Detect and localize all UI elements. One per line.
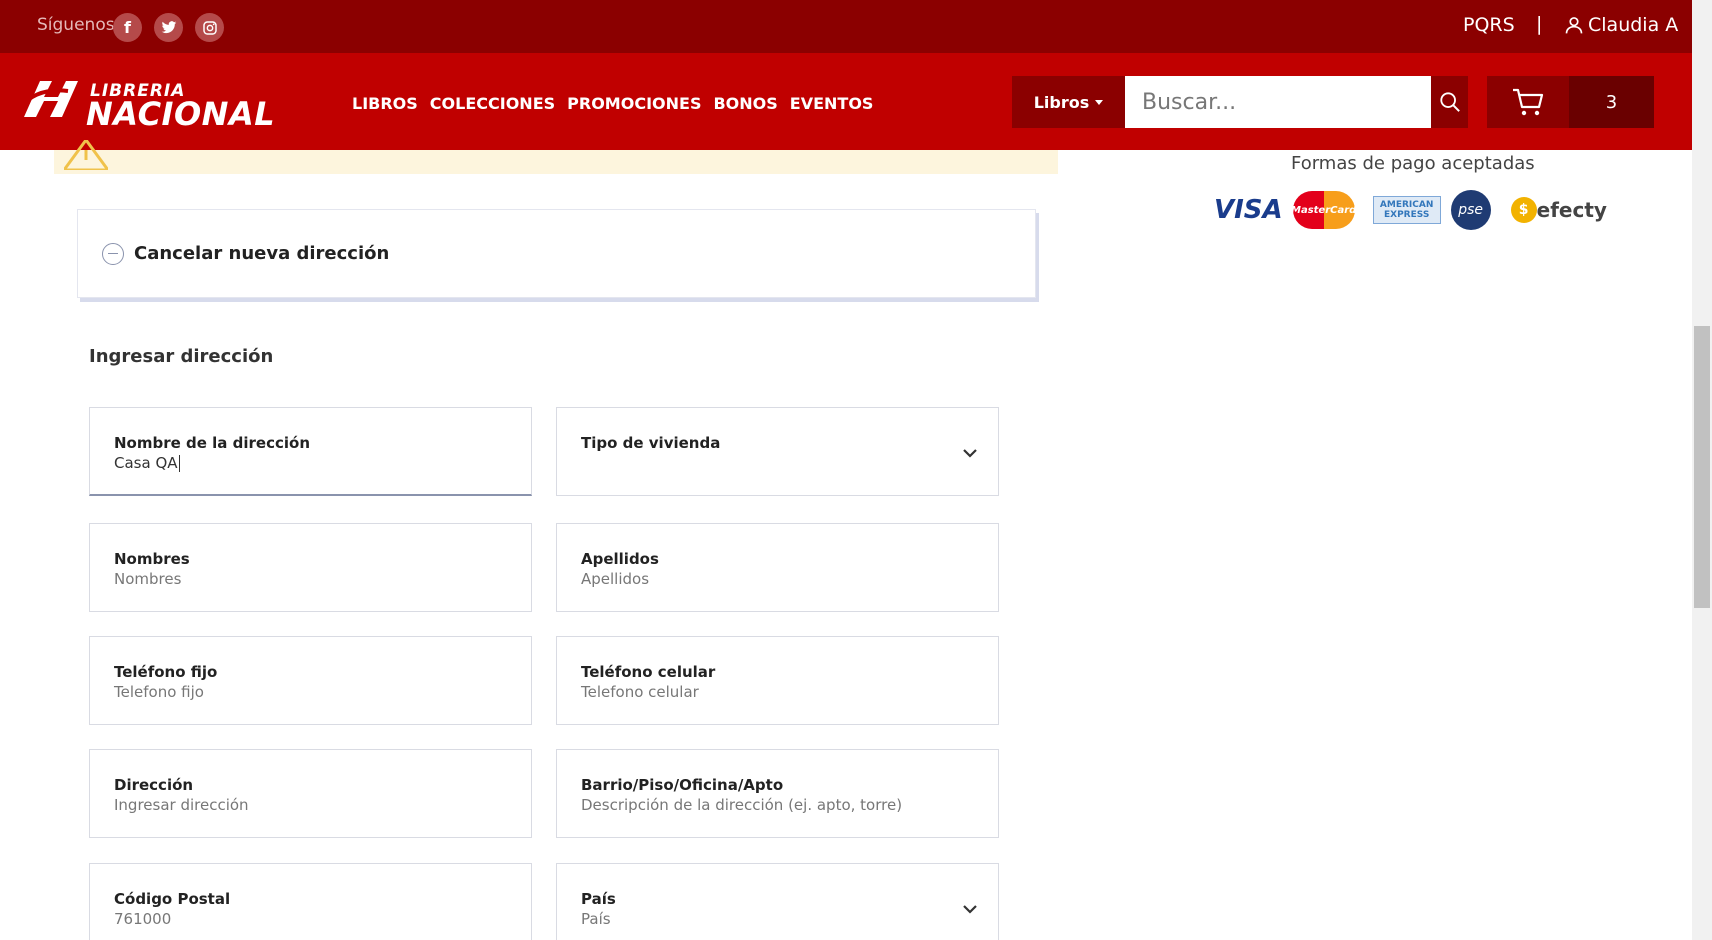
field-label: Barrio/Piso/Oficina/Apto (581, 776, 784, 794)
search-icon (1439, 92, 1460, 112)
field-label: Nombres (114, 550, 190, 568)
field-label: Teléfono celular (581, 663, 716, 681)
address-name-field[interactable]: Nombre de la dirección Casa QA (89, 407, 532, 496)
logo-bottom-text: NACIONAL (86, 95, 276, 133)
nav-promociones[interactable]: PROMOCIONES (567, 94, 701, 113)
nav-colecciones[interactable]: COLECCIONES (430, 94, 555, 113)
payment-methods-title: Formas de pago aceptadas (1291, 153, 1535, 174)
scrollbar-thumb[interactable] (1694, 326, 1710, 608)
cart-icon (1513, 88, 1544, 116)
efecty-coin-icon: $ (1510, 197, 1537, 223)
user-account-link[interactable]: Claudia A (1564, 14, 1678, 36)
facebook-icon[interactable]: f (113, 13, 142, 42)
country-select[interactable]: País País (556, 863, 999, 940)
pse-logo: pse (1450, 190, 1491, 230)
field-label: Nombre de la dirección (114, 434, 310, 452)
chevron-down-icon (963, 449, 977, 458)
landline-field[interactable]: Teléfono fijo Telefono fijo (89, 636, 532, 725)
follow-us-label: Síguenos (37, 15, 115, 35)
warning-alert (54, 140, 1058, 174)
category-select[interactable]: Libros (1012, 76, 1125, 128)
section-title: Ingresar dirección (89, 346, 274, 367)
mobile-phone-input[interactable]: Telefono celular (581, 683, 961, 701)
field-label: Apellidos (581, 550, 659, 568)
field-label: Tipo de vivienda (581, 434, 721, 452)
top-bar: Síguenos f PQRS | Claudia A (0, 0, 1692, 53)
address-input[interactable]: Ingresar dirección (114, 796, 494, 814)
category-select-label: Libros (1033, 92, 1090, 112)
amex-logo: AMERICAN EXPRESS (1372, 196, 1441, 224)
efecty-logo: $ efecty (1510, 197, 1607, 223)
landline-input[interactable]: Telefono fijo (114, 683, 494, 701)
address-field[interactable]: Dirección Ingresar dirección (89, 749, 532, 838)
user-icon (1565, 17, 1583, 34)
address-name-input[interactable]: Casa QA (114, 454, 494, 472)
field-label: País (581, 890, 616, 908)
last-names-field[interactable]: Apellidos Apellidos (556, 523, 999, 612)
cart-button[interactable] (1487, 76, 1569, 128)
address-details-input[interactable]: Descripción de la dirección (ej. apto, t… (581, 796, 961, 814)
logo-mark-icon (18, 81, 78, 117)
last-names-input[interactable]: Apellidos (581, 570, 961, 588)
cancel-new-address-button[interactable]: Cancelar nueva dirección (77, 209, 1036, 298)
mastercard-logo: MasterCard (1291, 191, 1356, 229)
field-label: Teléfono fijo (114, 663, 218, 681)
first-names-input[interactable]: Nombres (114, 570, 494, 588)
instagram-icon[interactable] (195, 13, 224, 42)
minus-circle-icon (102, 242, 124, 265)
postal-code-input[interactable]: 761000 (114, 910, 494, 928)
field-label: Código Postal (114, 890, 231, 908)
main-header: LIBRERIA NACIONAL LIBROS COLECCIONES PRO… (0, 53, 1692, 150)
caret-down-icon (1095, 99, 1104, 105)
amex-top-text: AMERICAN (1379, 200, 1434, 210)
chevron-down-icon (963, 905, 977, 914)
payment-logos: VISA MasterCard AMERICAN EXPRESS pse $ e… (1214, 190, 1607, 230)
pqrs-link[interactable]: PQRS (1463, 14, 1515, 36)
visa-logo: VISA (1214, 195, 1283, 225)
mobile-phone-field[interactable]: Teléfono celular Telefono celular (556, 636, 999, 725)
warning-icon (64, 140, 108, 170)
cancel-new-address-label: Cancelar nueva dirección (134, 243, 390, 264)
amex-bottom-text: EXPRESS (1383, 210, 1430, 220)
postal-code-field[interactable]: Código Postal 761000 (89, 863, 532, 940)
country-select-value: País (581, 910, 611, 928)
cart-count-badge[interactable]: 3 (1569, 76, 1654, 128)
nav-bonos[interactable]: BONOS (713, 94, 777, 113)
nav-eventos[interactable]: EVENTOS (790, 94, 874, 113)
main-nav: LIBROS COLECCIONES PROMOCIONES BONOS EVE… (352, 94, 873, 113)
field-label: Dirección (114, 776, 194, 794)
first-names-field[interactable]: Nombres Nombres (89, 523, 532, 612)
twitter-icon[interactable] (154, 13, 183, 42)
search-button[interactable] (1431, 76, 1468, 128)
nav-libros[interactable]: LIBROS (352, 94, 418, 113)
efecty-text: efecty (1536, 198, 1607, 222)
user-name: Claudia A (1588, 14, 1679, 36)
address-details-field[interactable]: Barrio/Piso/Oficina/Apto Descripción de … (556, 749, 999, 838)
housing-type-select[interactable]: Tipo de vivienda (556, 407, 999, 496)
search-input[interactable] (1125, 76, 1431, 128)
separator: | (1536, 13, 1543, 35)
